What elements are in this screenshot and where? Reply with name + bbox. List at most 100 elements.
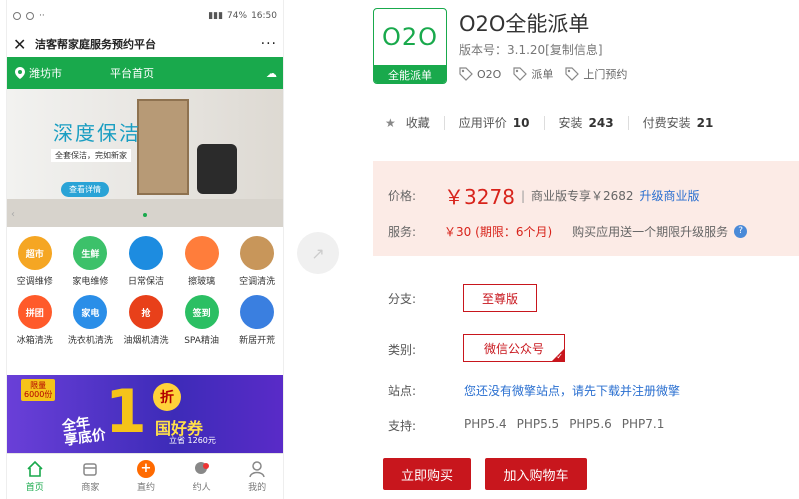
promo-text-1: 全年 享底价 xyxy=(61,415,107,449)
app-tag[interactable]: 派单 xyxy=(513,66,553,82)
service-icon xyxy=(184,236,219,270)
service-item[interactable]: 超市 空调维修 xyxy=(7,236,63,287)
status-icon xyxy=(13,11,21,20)
close-icon[interactable]: ✕ xyxy=(13,35,35,54)
tab-shop[interactable]: 商家 xyxy=(63,454,119,499)
buy-now-button[interactable]: 立即购买 xyxy=(383,458,471,490)
home-icon xyxy=(26,460,44,478)
service-icon: 拼团 xyxy=(17,295,52,329)
phone-preview: ·· ▮▮▮ 74% 16:50 ✕ 洁客帮家庭服务预约平台 ··· 潍坊市 平… xyxy=(6,0,284,499)
banner[interactable]: 深度保洁 全套保洁，完如新家 查看详情 ‹ xyxy=(7,89,283,227)
tag-icon xyxy=(513,67,528,81)
app-tag[interactable]: 上门预约 xyxy=(565,66,627,82)
service-note: 购买应用送一个期限升级服务 xyxy=(572,225,729,239)
upgrade-business-link[interactable]: 升级商业版 xyxy=(640,187,700,204)
signal-icon: ▮▮▮ xyxy=(208,10,224,21)
service-icon: 生鲜 xyxy=(73,236,108,270)
banner-headline: 深度保洁 xyxy=(53,121,141,145)
user-icon xyxy=(248,460,266,478)
favorite-label[interactable]: 收藏 xyxy=(406,114,430,131)
branch-label: 分支: xyxy=(388,292,417,306)
support-list: PHP5.4 PHP5.5 PHP5.6 PHP7.1 xyxy=(464,417,664,431)
check-icon: ✓ xyxy=(556,352,563,361)
service-label: 油烟机清洗 xyxy=(123,336,169,346)
add-to-cart-button[interactable]: 加入购物车 xyxy=(485,458,587,490)
tab-user[interactable]: 我的 xyxy=(229,454,283,499)
tab-label: 首页 xyxy=(25,483,44,493)
service-item[interactable]: 新居开荒 xyxy=(229,295,283,346)
share-icon[interactable]: ↗ xyxy=(297,232,339,274)
service-item[interactable]: 生鲜 家电维修 xyxy=(63,236,119,287)
site-label: 站点: xyxy=(388,384,417,398)
service-item[interactable]: 家电 洗衣机清洗 xyxy=(63,295,119,346)
app-tag[interactable]: O2O xyxy=(459,66,501,82)
tab-home[interactable]: 首页 xyxy=(7,454,63,499)
price-box: 价格: ￥3278 | 商业版专享￥2682 升级商业版 服务: ￥30 (期限… xyxy=(373,161,799,256)
status-icon: ·· xyxy=(39,10,45,21)
star-icon[interactable]: ★ xyxy=(385,116,396,130)
promo-zhe: 折 xyxy=(153,383,181,411)
service-icon xyxy=(240,295,275,329)
price-label: 价格: xyxy=(388,189,417,203)
promo-banner[interactable]: 限量 6000份 1 折 全年 享底价 国好券 立省 1260元 xyxy=(7,375,283,453)
install-value: 243 xyxy=(588,115,614,130)
category-option[interactable]: 微信公众号 ✓ xyxy=(463,334,565,362)
service-item[interactable]: 拼团 冰箱清洗 xyxy=(7,295,63,346)
service-item[interactable]: 抢油烟机清洗 xyxy=(118,295,174,346)
service-icon xyxy=(240,236,275,270)
paid-install-label: 付费安装 xyxy=(642,116,691,130)
banner-subtitle: 全套保洁，完如新家 xyxy=(51,149,131,162)
carousel-dot[interactable] xyxy=(143,213,147,217)
home-title: 平台首页 xyxy=(110,67,154,80)
shop-icon xyxy=(81,460,99,478)
service-item[interactable]: 擦玻璃 xyxy=(174,236,230,287)
tab-plus[interactable]: + 直约 xyxy=(118,454,174,499)
app-title: O2O全能派单 xyxy=(459,12,590,36)
status-time: 16:50 xyxy=(251,10,277,21)
logo-subtitle: 全能派单 xyxy=(374,65,446,83)
app-store-page: ·· ▮▮▮ 74% 16:50 ✕ 洁客帮家庭服务预约平台 ··· 潍坊市 平… xyxy=(0,0,799,499)
tab-label: 约人 xyxy=(192,483,211,493)
promo-badge: 限量 6000份 xyxy=(21,379,56,401)
service-label: SPA精油 xyxy=(184,336,219,346)
city-selector[interactable]: 潍坊市 xyxy=(15,65,110,81)
price-row: 价格: ￥3278 | 商业版专享￥2682 升级商业版 xyxy=(388,181,700,210)
service-item[interactable]: 签到 SPA精油 xyxy=(174,295,230,346)
chat-icon xyxy=(193,460,211,478)
weather-icon[interactable]: ☁ xyxy=(266,67,277,80)
help-icon[interactable]: ? xyxy=(734,225,748,238)
tab-chat[interactable]: 约人 xyxy=(174,454,230,499)
service-icon xyxy=(128,236,163,270)
site-register-link[interactable]: 您还没有微擎站点，请先下载并注册微擎 xyxy=(464,382,680,399)
app-version[interactable]: 版本号：3.1.20[复制信息] xyxy=(459,41,603,58)
more-icon[interactable]: ··· xyxy=(261,36,277,52)
price-value: ￥3278 xyxy=(444,185,515,209)
branch-option[interactable]: 至尊版 xyxy=(463,284,537,312)
service-item[interactable]: 日常保洁 xyxy=(118,236,174,287)
service-label: 冰箱清洗 xyxy=(16,336,53,346)
promo-big-number: 1 xyxy=(105,377,147,447)
category-label: 类别: xyxy=(388,343,417,357)
support-label: 支持: xyxy=(388,419,417,433)
bottom-tab-bar: 首页 商家 + 直约 约人 我的 xyxy=(7,453,283,499)
service-label: 空调清洗 xyxy=(239,277,276,287)
tag-icon xyxy=(565,67,580,81)
chair-image xyxy=(197,144,237,194)
service-icon: 家电 xyxy=(73,295,108,329)
tab-label: 我的 xyxy=(248,483,267,493)
service-icon: 签到 xyxy=(184,295,219,329)
business-price: 商业版专享￥2682 xyxy=(531,189,634,203)
paid-install-value: 21 xyxy=(696,115,714,130)
service-item[interactable]: 空调清洗 xyxy=(229,236,283,287)
support-version: PHP5.6 xyxy=(569,417,612,431)
app-stats: ★ 收藏 应用评价 10 安装 243 付费安装 21 xyxy=(385,114,713,131)
service-label: 日常保洁 xyxy=(127,277,164,287)
banner-button[interactable]: 查看详情 xyxy=(61,182,109,197)
location-icon xyxy=(15,67,25,79)
tag-icon xyxy=(459,67,473,81)
carousel-prev-icon[interactable]: ‹ xyxy=(11,209,21,223)
tab-label: 直约 xyxy=(136,483,155,493)
plus-icon: + xyxy=(136,460,155,478)
home-header: 潍坊市 平台首页 ☁ xyxy=(7,57,283,89)
wx-title: 洁客帮家庭服务预约平台 xyxy=(35,38,156,51)
